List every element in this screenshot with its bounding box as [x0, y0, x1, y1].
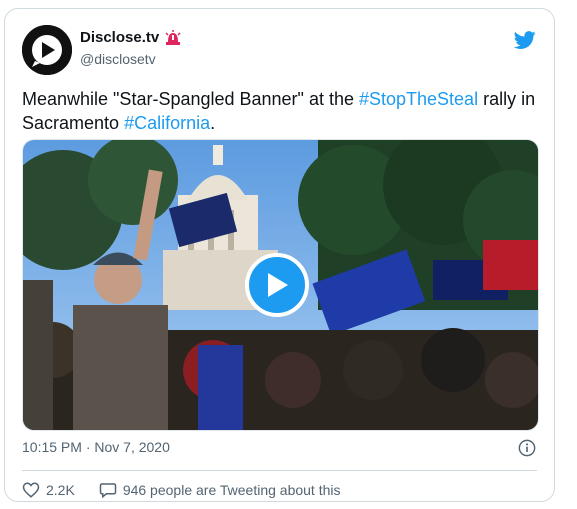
twitter-bird-icon[interactable]: [514, 29, 536, 51]
author-avatar[interactable]: [22, 25, 72, 75]
hashtag-link-stopthesteal[interactable]: #StopTheSteal: [359, 89, 478, 109]
tweet-actions: 2.2K 946 people are Tweeting about this: [22, 481, 365, 499]
info-icon[interactable]: [518, 439, 536, 457]
play-button[interactable]: [245, 253, 309, 317]
hashtag-link-california[interactable]: #California: [124, 113, 210, 133]
tweet-text: Meanwhile "Star-Spangled Banner" at the …: [22, 87, 542, 135]
siren-icon: [165, 30, 181, 45]
author-handle[interactable]: @disclosetv: [80, 51, 156, 67]
disclose-logo-icon: [22, 25, 72, 75]
tweet-card[interactable]: Disclose.tv @disclosetv Meanwhile "Star-…: [4, 8, 555, 502]
discussion-link[interactable]: 946 people are Tweeting about this: [99, 481, 341, 499]
discussion-text: 946 people are Tweeting about this: [122, 482, 341, 498]
tweet-timestamp[interactable]: 10:15 PM · Nov 7, 2020: [22, 439, 170, 455]
like-action[interactable]: 2.2K: [22, 481, 75, 499]
like-count: 2.2K: [46, 482, 75, 498]
divider: [22, 470, 537, 471]
tweet-text-part: Meanwhile "Star-Spangled Banner" at the: [22, 89, 359, 109]
speech-bubble-icon: [99, 483, 117, 499]
play-icon: [268, 273, 288, 297]
author-name-row: Disclose.tv: [80, 29, 181, 46]
author-name[interactable]: Disclose.tv: [80, 29, 159, 46]
heart-icon: [22, 482, 40, 498]
video-player[interactable]: [22, 139, 539, 431]
tweet-text-part: .: [210, 113, 216, 133]
